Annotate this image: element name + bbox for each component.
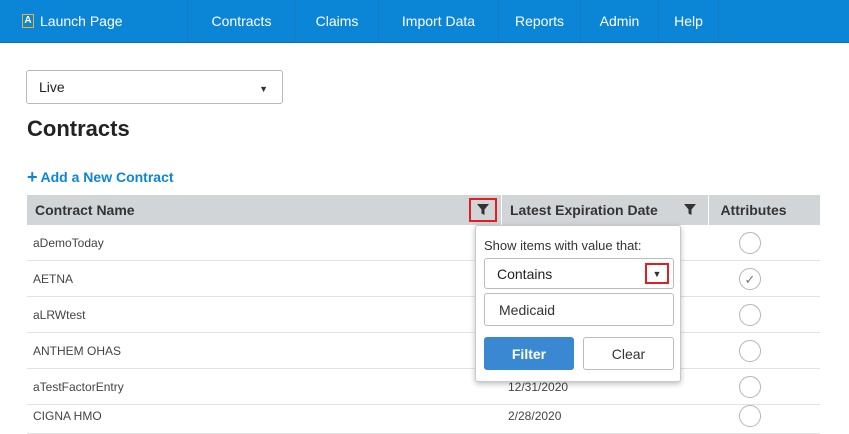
environment-select[interactable]: Live ▼ [26,70,283,104]
contract-name-cell[interactable]: CIGNA HMO [33,409,102,423]
attribute-circle-icon[interactable] [739,405,761,427]
table-row[interactable]: ANTHEM OHAS [27,333,820,369]
nav-claims[interactable]: Claims [296,0,379,42]
attribute-circle-icon[interactable] [739,232,761,254]
expiration-date-filter-icon[interactable] [675,195,705,225]
nav-launch-label: Launch Page [40,13,123,29]
contract-name-cell[interactable]: aLRWtest [33,308,85,322]
filter-value-input[interactable]: Medicaid [484,293,674,326]
table-row[interactable]: aDemoToday [27,225,820,261]
column-header-contract-name[interactable]: Contract Name [35,195,135,225]
column-header-latest-expiration-date[interactable]: Latest Expiration Date [510,195,658,225]
add-contract-link[interactable]: + Add a New Contract [27,167,174,187]
top-navigation: A Launch Page Contracts Claims Import Da… [0,0,849,43]
add-contract-label: Add a New Contract [40,169,174,185]
launch-logo-icon: A [22,14,34,28]
environment-select-value: Live [39,79,65,95]
column-filter-popup: Show items with value that: Contains ▼ M… [475,225,681,382]
contract-name-cell[interactable]: aTestFactorEntry [33,380,124,394]
chevron-down-icon[interactable]: ▼ [645,263,669,284]
attribute-circle-icon[interactable] [739,376,761,398]
nav-import-data[interactable]: Import Data [379,0,499,42]
nav-contracts[interactable]: Contracts [188,0,296,42]
nav-help[interactable]: Help [659,0,719,42]
nav-admin[interactable]: Admin [581,0,659,42]
contract-name-cell[interactable]: AETNA [33,272,73,286]
chevron-down-icon: ▼ [259,84,268,94]
filter-button[interactable]: Filter [484,337,574,370]
attribute-check-icon[interactable]: ✓ [739,268,761,290]
column-header-attributes[interactable]: Attributes [708,195,798,225]
grid-header: Contract Name Latest Expiration Date Att… [27,195,820,225]
nav-launch-page[interactable]: A Launch Page [0,0,188,42]
contract-name-filter-icon[interactable] [469,198,497,222]
filter-operator-value: Contains [497,265,553,282]
table-row[interactable]: AETNA ✓ [27,261,820,297]
contract-name-cell[interactable]: ANTHEM OHAS [33,344,121,358]
expiration-date-cell: 12/31/2020 [508,380,569,394]
filter-operator-select[interactable]: Contains ▼ [484,258,674,289]
nav-reports[interactable]: Reports [499,0,581,42]
table-row[interactable]: CIGNA HMO 2/28/2020 [27,398,820,434]
filter-instruction-label: Show items with value that: [484,238,642,253]
column-divider [501,195,502,225]
plus-icon: + [27,167,38,187]
contract-name-cell[interactable]: aDemoToday [33,236,104,250]
page-title: Contracts [27,116,130,141]
expiration-date-cell: 2/28/2020 [508,409,562,423]
table-row[interactable]: aLRWtest [27,297,820,333]
attribute-circle-icon[interactable] [739,340,761,362]
clear-button[interactable]: Clear [583,337,674,370]
attribute-circle-icon[interactable] [739,304,761,326]
